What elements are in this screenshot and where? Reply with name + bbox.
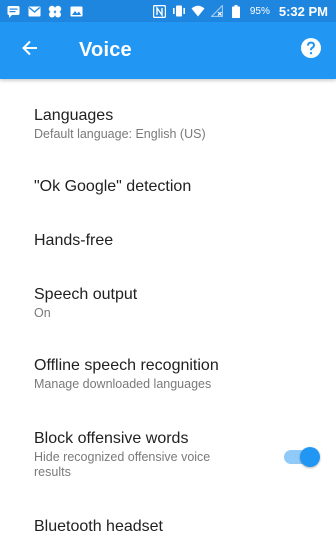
settings-list: Languages Default language: English (US)… xyxy=(0,79,336,535)
setting-title: Bluetooth headset xyxy=(34,518,163,535)
help-button[interactable] xyxy=(300,38,322,63)
nfc-icon xyxy=(153,4,167,18)
setting-summary: Hide recognized offensive voice results xyxy=(34,450,211,479)
battery-percent: 95% xyxy=(249,5,270,17)
help-icon xyxy=(301,38,321,63)
setting-title: Hands-free xyxy=(34,232,114,249)
setting-bluetooth-headset[interactable]: Bluetooth headset xyxy=(0,517,336,535)
setting-languages[interactable]: Languages Default language: English (US) xyxy=(0,106,336,142)
setting-summary: On xyxy=(34,306,51,320)
wifi-icon xyxy=(191,4,205,18)
app-bar: Voice xyxy=(0,22,336,79)
setting-title: "Ok Google" detection xyxy=(34,178,192,195)
image-icon xyxy=(69,4,83,18)
status-clock: 5:32 PM xyxy=(278,3,328,19)
no-signal-icon xyxy=(210,4,224,18)
status-bar: 95% 5:32 PM xyxy=(0,0,336,22)
battery-icon xyxy=(229,4,243,18)
vibrate-icon xyxy=(172,4,186,18)
setting-ok-google-detection[interactable]: "Ok Google" detection xyxy=(0,177,336,197)
setting-title: Block offensive words xyxy=(34,430,189,447)
message-icon xyxy=(6,4,20,18)
toggle-thumb xyxy=(300,447,320,467)
back-button[interactable] xyxy=(22,29,66,73)
block-offensive-toggle[interactable] xyxy=(284,447,320,467)
arrow-back-icon xyxy=(22,40,38,61)
setting-title: Languages xyxy=(34,107,114,124)
setting-hands-free[interactable]: Hands-free xyxy=(0,231,336,251)
setting-title: Offline speech recognition xyxy=(34,357,219,374)
setting-summary: Default language: English (US) xyxy=(34,127,206,141)
photos-icon xyxy=(48,4,62,18)
setting-offline-speech-recognition[interactable]: Offline speech recognition Manage downlo… xyxy=(0,356,336,392)
notification-icons xyxy=(6,4,83,18)
setting-summary: Manage downloaded languages xyxy=(34,377,212,391)
page-title: Voice xyxy=(79,39,132,61)
voice-settings-screen: 95% 5:32 PM Voice Languages Default lang… xyxy=(0,0,336,535)
setting-title: Speech output xyxy=(34,286,138,303)
system-icons: 95% 5:32 PM xyxy=(153,4,328,19)
gmail-icon xyxy=(27,4,41,18)
setting-speech-output[interactable]: Speech output On xyxy=(0,285,336,321)
